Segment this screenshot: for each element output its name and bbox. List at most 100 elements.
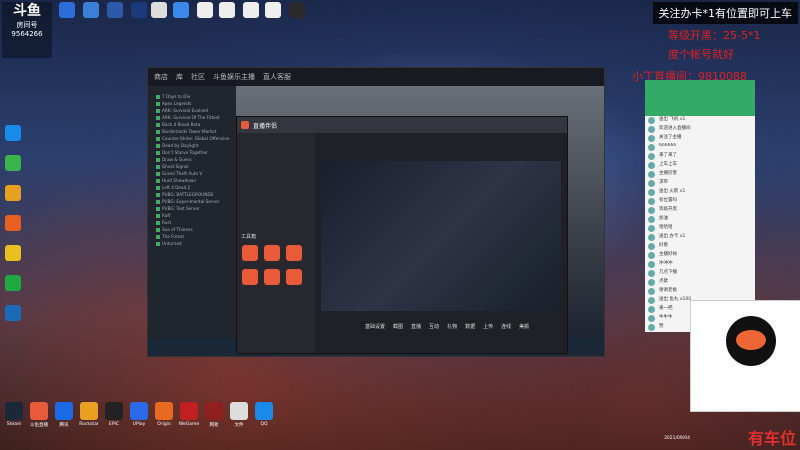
chat-row: 谢谢老板: [645, 287, 755, 296]
stream-tool-header: 直播伴侣: [237, 117, 567, 133]
app-icon: [5, 215, 21, 231]
list-item[interactable]: ARK: Survival Of The Fittest: [148, 115, 236, 122]
list-item[interactable]: PUBG: Test Server: [148, 206, 236, 213]
app-icon: [173, 2, 189, 18]
desktop-icon[interactable]: [104, 2, 126, 19]
list-item[interactable]: Apex Legends: [148, 101, 236, 108]
file-icon: [151, 2, 167, 18]
desktop-icon[interactable]: [170, 2, 192, 19]
tool-icon[interactable]: [264, 269, 280, 285]
stream-tool-window[interactable]: 直播伴侣 工具箱 基础设置 截图 直播 互动 礼物 数据 上传 连线 美颜: [236, 116, 568, 354]
steam-tab[interactable]: 直人客服: [263, 72, 291, 82]
overlay-line-1: 等级开黑：25-5*1: [668, 29, 761, 42]
app-icon: [5, 305, 21, 321]
chat-row: 送出 火箭 x1: [645, 188, 755, 197]
tool-label[interactable]: 数据: [465, 323, 475, 330]
desktop-icon[interactable]: [2, 185, 24, 202]
room-badge: 斗鱼 房间号 9564266: [2, 2, 52, 58]
list-item[interactable]: Counter-Strike: Global Offensive: [148, 136, 236, 143]
desktop-icon[interactable]: [2, 215, 24, 232]
tool-sidebar: 工具箱: [237, 133, 315, 353]
overlay-line-2: 度个帐号就好: [668, 48, 734, 61]
tool-label[interactable]: 截图: [393, 323, 403, 330]
chat-row: 上车上车: [645, 161, 755, 170]
list-item[interactable]: Don't Starve Together: [148, 150, 236, 157]
tool-label[interactable]: 礼物: [447, 323, 457, 330]
list-item[interactable]: Back 4 Blood Beta: [148, 122, 236, 129]
desktop-icon[interactable]: [2, 275, 24, 292]
list-item[interactable]: Draw & Guess: [148, 157, 236, 164]
list-item[interactable]: Grand Theft Auto V: [148, 171, 236, 178]
tool-label[interactable]: 上传: [483, 323, 493, 330]
list-item[interactable]: The Forest: [148, 234, 236, 241]
chat-row: 有位置吗: [645, 197, 755, 206]
desktop-icon[interactable]: [56, 2, 78, 19]
tool-label[interactable]: 互动: [429, 323, 439, 330]
desktop-icon[interactable]: [216, 2, 238, 19]
list-item[interactable]: Dead by Daylight: [148, 143, 236, 150]
list-item[interactable]: Ghost Signal: [148, 164, 236, 171]
section-title: 工具箱: [241, 234, 257, 240]
desktop-icon[interactable]: [194, 2, 216, 19]
file-icon: [197, 2, 213, 18]
tool-label[interactable]: 连线: [501, 323, 511, 330]
rockstar-icon[interactable]: [80, 402, 98, 420]
desktop-icon[interactable]: [2, 125, 24, 142]
desktop-icon[interactable]: [262, 2, 284, 19]
steam-tab[interactable]: 社区: [191, 72, 205, 82]
desktop-icon[interactable]: [240, 2, 262, 19]
taskbar-label: 网易: [209, 423, 219, 428]
room-number: 9564266: [11, 30, 43, 38]
epic-icon[interactable]: [105, 402, 123, 420]
desktop-icon[interactable]: [80, 2, 102, 19]
list-item[interactable]: Sea of Thieves: [148, 227, 236, 234]
chat-row: 几点下播: [645, 269, 755, 278]
chat-row: 送出 飞机 x1: [645, 116, 755, 125]
origin-icon[interactable]: [155, 402, 173, 420]
taskbar-label: 腾讯: [59, 423, 69, 428]
tool-icon[interactable]: [242, 245, 258, 261]
desktop-icon[interactable]: [2, 245, 24, 262]
list-item[interactable]: Hunt Showdown: [148, 178, 236, 185]
file-icon: [265, 2, 281, 18]
preview-canvas: [321, 161, 561, 311]
list-item[interactable]: Left 4 Dead 2: [148, 185, 236, 192]
desktop-icon[interactable]: [128, 2, 150, 19]
app-logo-icon: [241, 121, 249, 129]
tool-icon[interactable]: [264, 245, 280, 261]
qq-icon[interactable]: [255, 402, 273, 420]
desktop-icon[interactable]: [2, 305, 24, 322]
steam-tab[interactable]: 库: [176, 72, 183, 82]
uplay-icon[interactable]: [130, 402, 148, 420]
tool-icon[interactable]: [286, 245, 302, 261]
notice-banner: 关注办卡*1有位置即可上车: [652, 2, 798, 24]
desktop-icon[interactable]: [148, 2, 170, 19]
tool-icon[interactable]: [242, 269, 258, 285]
tool-label[interactable]: 直播: [411, 323, 421, 330]
chat-row: 点歌: [645, 278, 755, 287]
list-item[interactable]: Unturned: [148, 241, 236, 248]
chat-row: 加油: [645, 215, 755, 224]
list-item[interactable]: Borderlands Tower Market: [148, 129, 236, 136]
desktop-icon[interactable]: [286, 2, 308, 19]
list-item[interactable]: Rust: [148, 220, 236, 227]
taskbar-label: Rockstar: [79, 422, 99, 427]
list-item[interactable]: PUBG: Experimental Server: [148, 199, 236, 206]
file-icon[interactable]: [230, 402, 248, 420]
steam-icon[interactable]: [5, 402, 23, 420]
tool-label[interactable]: 基础设置: [365, 323, 385, 330]
steam-tab[interactable]: 商店: [154, 72, 168, 82]
wegame-icon[interactable]: [180, 402, 198, 420]
list-item[interactable]: ARK: Survival Evolved: [148, 108, 236, 115]
tool-icon[interactable]: [286, 269, 302, 285]
list-item[interactable]: 7 Days to Die: [148, 94, 236, 101]
list-item[interactable]: PUBG: BATTLEGROUNDS: [148, 192, 236, 199]
tool-label[interactable]: 美颜: [519, 323, 529, 330]
desktop-icon[interactable]: [2, 155, 24, 172]
steam-tab[interactable]: 斗鱼娱乐主播: [213, 72, 255, 82]
tencent-icon[interactable]: [55, 402, 73, 420]
douyu-icon[interactable]: [30, 402, 48, 420]
chat-row: 关注了主播: [645, 134, 755, 143]
list-item[interactable]: Raft: [148, 213, 236, 220]
game-icon[interactable]: [205, 402, 223, 420]
